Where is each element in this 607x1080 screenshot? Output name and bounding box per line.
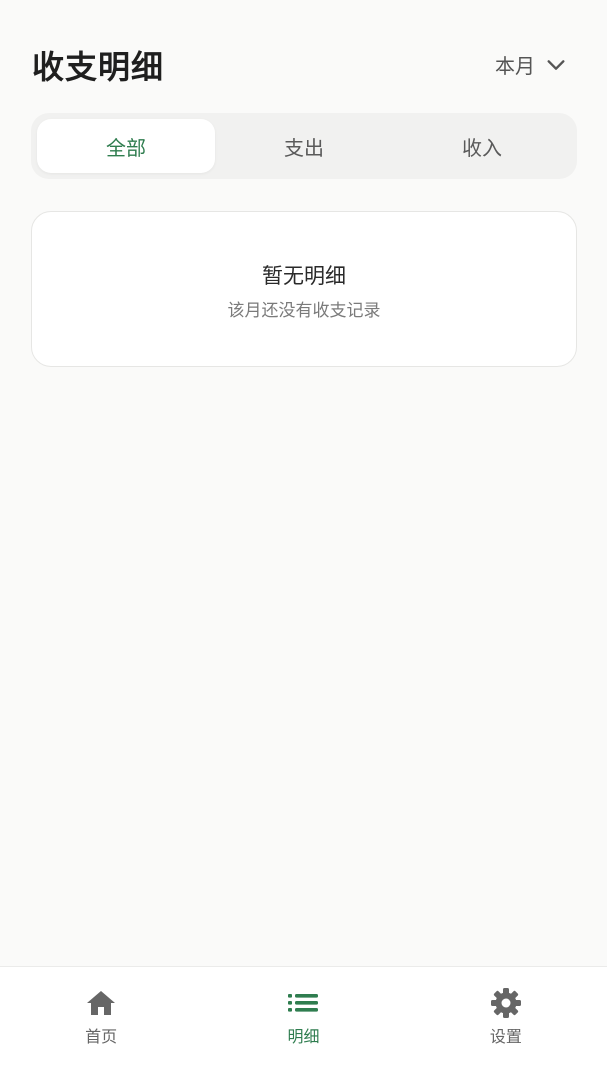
- chevron-down-icon: [547, 59, 565, 70]
- empty-state-title: 暂无明细: [262, 264, 346, 288]
- nav-item-settings[interactable]: 设置: [405, 967, 607, 1080]
- nav-item-home[interactable]: 首页: [0, 967, 202, 1080]
- empty-state-card: 暂无明细 该月还没有收支记录: [31, 211, 577, 367]
- filter-tabs: 全部 支出 收入: [31, 113, 577, 179]
- tab-income[interactable]: 收入: [393, 119, 571, 173]
- nav-item-label: 首页: [85, 1027, 118, 1046]
- home-icon: [87, 991, 116, 1015]
- list-icon: [288, 994, 319, 1012]
- bottom-nav: 首页 明细 设置: [0, 966, 607, 1080]
- nav-item-label: 明细: [287, 1027, 320, 1046]
- gear-icon: [490, 988, 521, 1018]
- empty-state-subtitle: 该月还没有收支记录: [227, 301, 381, 321]
- tab-all[interactable]: 全部: [37, 119, 215, 173]
- header: 收支明细 本月: [0, 0, 607, 110]
- month-selector-label: 本月: [495, 54, 535, 78]
- tab-expense[interactable]: 支出: [215, 119, 393, 173]
- page-title: 收支明细: [32, 48, 165, 86]
- month-selector[interactable]: 本月: [495, 50, 567, 79]
- nav-item-details[interactable]: 明细: [202, 967, 404, 1080]
- nav-item-label: 设置: [489, 1027, 522, 1046]
